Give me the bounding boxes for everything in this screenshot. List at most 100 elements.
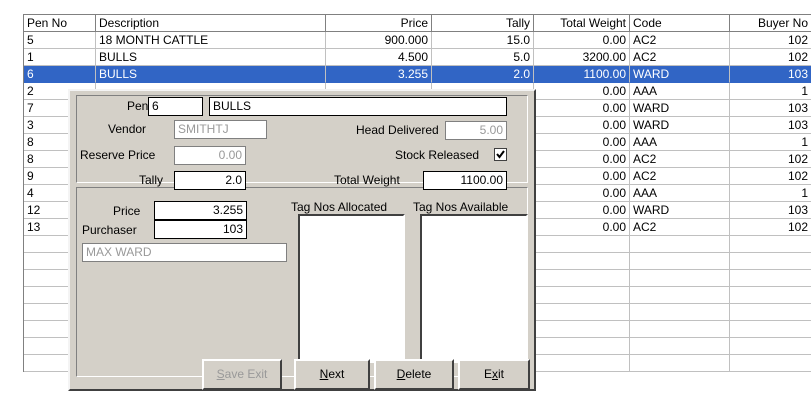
pen-field[interactable]: 6 <box>148 97 203 116</box>
table-row[interactable]: 1 BULLS 4.500 5.0 3200.00 AC2 102 <box>24 49 811 66</box>
cell-total-weight[interactable] <box>534 270 630 287</box>
cell-total-weight[interactable]: 1100.00 <box>534 66 630 83</box>
cell-pen-no[interactable]: 5 <box>24 32 96 49</box>
vendor-field[interactable]: SMITHTJ <box>174 120 267 139</box>
cell-total-weight[interactable]: 0.00 <box>534 185 630 202</box>
cell-code[interactable]: AAA <box>630 83 730 100</box>
cell-code[interactable]: WARD <box>630 66 730 83</box>
table-row[interactable]: 6 BULLS 3.255 2.0 1100.00 WARD 103 <box>24 66 811 83</box>
cell-buyer-no[interactable] <box>730 338 811 355</box>
description-field[interactable]: BULLS <box>209 97 507 116</box>
cell-code[interactable] <box>630 321 730 338</box>
reserve-price-field[interactable]: 0.00 <box>174 146 246 165</box>
tag-nos-available-list[interactable] <box>420 214 528 363</box>
stock-released-checkbox[interactable] <box>494 148 507 161</box>
price-field[interactable]: 3.255 <box>154 201 247 220</box>
cell-total-weight[interactable]: 0.00 <box>534 32 630 49</box>
cell-code[interactable] <box>630 355 730 372</box>
column-header-pen-no[interactable]: Pen No <box>24 15 96 32</box>
cell-buyer-no[interactable]: 102 <box>730 151 811 168</box>
column-header-code[interactable]: Code <box>630 15 730 32</box>
column-header-total-weight[interactable]: Total Weight <box>534 15 630 32</box>
head-delivered-field[interactable]: 5.00 <box>445 121 507 140</box>
cell-buyer-no[interactable]: 102 <box>730 49 811 66</box>
cell-total-weight[interactable]: 0.00 <box>534 219 630 236</box>
cell-code[interactable] <box>630 338 730 355</box>
cell-total-weight[interactable] <box>534 253 630 270</box>
cell-buyer-no[interactable]: 103 <box>730 100 811 117</box>
cell-code[interactable]: WARD <box>630 202 730 219</box>
column-header-tally[interactable]: Tally <box>432 15 534 32</box>
cell-buyer-no[interactable]: 103 <box>730 117 811 134</box>
table-row[interactable]: 5 18 MONTH CATTLE 900.000 15.0 0.00 AC2 102 <box>24 32 811 49</box>
cell-total-weight[interactable]: 3200.00 <box>534 49 630 66</box>
cell-buyer-no[interactable]: 102 <box>730 32 811 49</box>
cell-total-weight[interactable] <box>534 355 630 372</box>
cell-price[interactable]: 4.500 <box>326 49 432 66</box>
exit-button[interactable]: Exit <box>458 359 530 390</box>
grid-header-row: Pen No Description Price Tally Total Wei… <box>24 15 811 32</box>
cell-code[interactable]: WARD <box>630 117 730 134</box>
cell-buyer-no[interactable]: 103 <box>730 202 811 219</box>
cell-buyer-no[interactable] <box>730 321 811 338</box>
cell-code[interactable]: AC2 <box>630 49 730 66</box>
cell-total-weight[interactable]: 0.00 <box>534 151 630 168</box>
cell-buyer-no[interactable]: 1 <box>730 83 811 100</box>
cell-total-weight[interactable]: 0.00 <box>534 168 630 185</box>
cell-total-weight[interactable]: 0.00 <box>534 100 630 117</box>
cell-total-weight[interactable] <box>534 321 630 338</box>
cell-code[interactable] <box>630 270 730 287</box>
cell-total-weight[interactable]: 0.00 <box>534 83 630 100</box>
cell-buyer-no[interactable] <box>730 355 811 372</box>
cell-total-weight[interactable] <box>534 287 630 304</box>
cell-price[interactable]: 900.000 <box>326 32 432 49</box>
cell-buyer-no[interactable] <box>730 304 811 321</box>
cell-total-weight[interactable] <box>534 304 630 321</box>
cell-tally[interactable]: 2.0 <box>432 66 534 83</box>
delete-button[interactable]: Delete <box>374 359 454 390</box>
cell-buyer-no[interactable] <box>730 287 811 304</box>
cell-code[interactable]: AC2 <box>630 168 730 185</box>
cell-total-weight[interactable]: 0.00 <box>534 202 630 219</box>
cell-code[interactable] <box>630 253 730 270</box>
cell-code[interactable]: AC2 <box>630 219 730 236</box>
cell-code[interactable]: AAA <box>630 134 730 151</box>
column-header-buyer-no[interactable]: Buyer No <box>730 15 811 32</box>
cell-buyer-no[interactable]: 1 <box>730 185 811 202</box>
column-header-price[interactable]: Price <box>326 15 432 32</box>
cell-buyer-no[interactable] <box>730 253 811 270</box>
cell-buyer-no[interactable] <box>730 236 811 253</box>
cell-pen-no[interactable]: 6 <box>24 66 96 83</box>
cell-code[interactable] <box>630 304 730 321</box>
cell-code[interactable]: AC2 <box>630 32 730 49</box>
cell-buyer-no[interactable]: 102 <box>730 168 811 185</box>
cell-code[interactable]: WARD <box>630 100 730 117</box>
cell-code[interactable] <box>630 236 730 253</box>
total-weight-field[interactable]: 1100.00 <box>423 171 507 190</box>
cell-description[interactable]: BULLS <box>96 66 326 83</box>
cell-total-weight[interactable] <box>534 236 630 253</box>
tag-nos-allocated-list[interactable] <box>298 214 405 363</box>
cell-pen-no[interactable]: 1 <box>24 49 96 66</box>
cell-tally[interactable]: 5.0 <box>432 49 534 66</box>
cell-code[interactable] <box>630 287 730 304</box>
price-label: Price <box>113 204 141 218</box>
cell-description[interactable]: BULLS <box>96 49 326 66</box>
purchaser-field[interactable]: 103 <box>154 220 247 239</box>
cell-buyer-no[interactable] <box>730 270 811 287</box>
cell-buyer-no[interactable]: 103 <box>730 66 811 83</box>
cell-buyer-no[interactable]: 1 <box>730 134 811 151</box>
tally-field[interactable]: 2.0 <box>174 171 246 190</box>
cell-total-weight[interactable]: 0.00 <box>534 117 630 134</box>
cell-code[interactable]: AAA <box>630 185 730 202</box>
cell-total-weight[interactable]: 0.00 <box>534 134 630 151</box>
cell-code[interactable]: AC2 <box>630 151 730 168</box>
save-exit-button[interactable]: Save Exit <box>202 359 282 390</box>
cell-price[interactable]: 3.255 <box>326 66 432 83</box>
cell-tally[interactable]: 15.0 <box>432 32 534 49</box>
cell-total-weight[interactable] <box>534 338 630 355</box>
cell-buyer-no[interactable]: 102 <box>730 219 811 236</box>
next-button[interactable]: Next <box>294 359 370 390</box>
column-header-description[interactable]: Description <box>96 15 326 32</box>
cell-description[interactable]: 18 MONTH CATTLE <box>96 32 326 49</box>
